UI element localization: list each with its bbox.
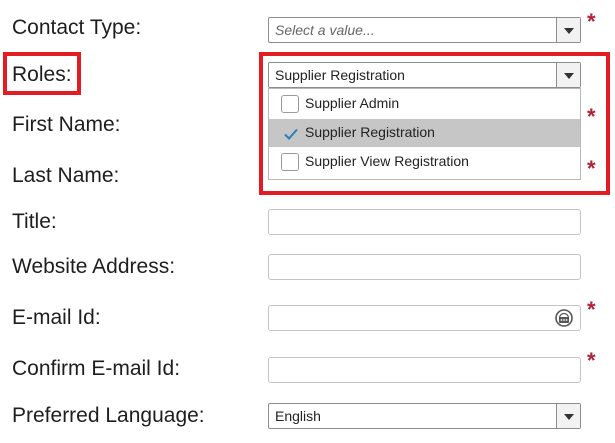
preferred-language-select[interactable]: English <box>268 403 581 429</box>
preferred-language-label: Preferred Language: <box>12 404 205 427</box>
last-name-label: Last Name: <box>12 164 120 187</box>
roles-dropdown-list: Supplier Admin Supplier Registration Sup… <box>268 88 581 180</box>
confirm-email-label: Confirm E-mail Id: <box>12 357 181 380</box>
roles-option-supplier-admin[interactable]: Supplier Admin <box>269 90 580 118</box>
first-name-label: First Name: <box>12 113 121 136</box>
email-label: E-mail Id: <box>12 306 101 329</box>
required-marker: * <box>587 348 596 373</box>
title-label: Title: <box>12 210 57 233</box>
required-marker: * <box>587 9 596 34</box>
website-address-label: Website Address: <box>12 255 176 278</box>
required-marker: * <box>587 104 596 129</box>
option-label: Supplier Admin <box>305 95 400 111</box>
title-input[interactable] <box>268 209 581 235</box>
email-input[interactable] <box>268 305 581 331</box>
contact-type-placeholder: Select a value... <box>275 22 375 38</box>
roles-selected-value: Supplier Registration <box>275 67 405 83</box>
checkbox[interactable] <box>281 124 299 142</box>
preferred-language-value: English <box>275 408 321 424</box>
chevron-down-icon[interactable] <box>556 63 580 87</box>
required-marker: * <box>587 156 596 181</box>
roles-option-supplier-view-registration[interactable]: Supplier View Registration <box>269 148 580 176</box>
checkbox[interactable] <box>281 95 299 113</box>
confirm-email-input[interactable] <box>268 357 581 383</box>
key-icon[interactable] <box>554 308 574 328</box>
roles-select[interactable]: Supplier Registration <box>268 62 581 88</box>
website-address-input[interactable] <box>268 254 581 280</box>
chevron-down-icon[interactable] <box>556 18 580 42</box>
contact-type-select[interactable]: Select a value... <box>268 17 581 43</box>
contact-type-label: Contact Type: <box>12 16 142 39</box>
chevron-down-icon[interactable] <box>556 404 580 428</box>
checkbox[interactable] <box>281 153 299 171</box>
roles-option-supplier-registration[interactable]: Supplier Registration <box>269 119 580 147</box>
checkmark-icon <box>284 128 298 140</box>
option-label: Supplier Registration <box>305 124 435 140</box>
option-label: Supplier View Registration <box>305 153 469 169</box>
required-marker: * <box>587 297 596 322</box>
roles-label: Roles: <box>12 63 72 86</box>
